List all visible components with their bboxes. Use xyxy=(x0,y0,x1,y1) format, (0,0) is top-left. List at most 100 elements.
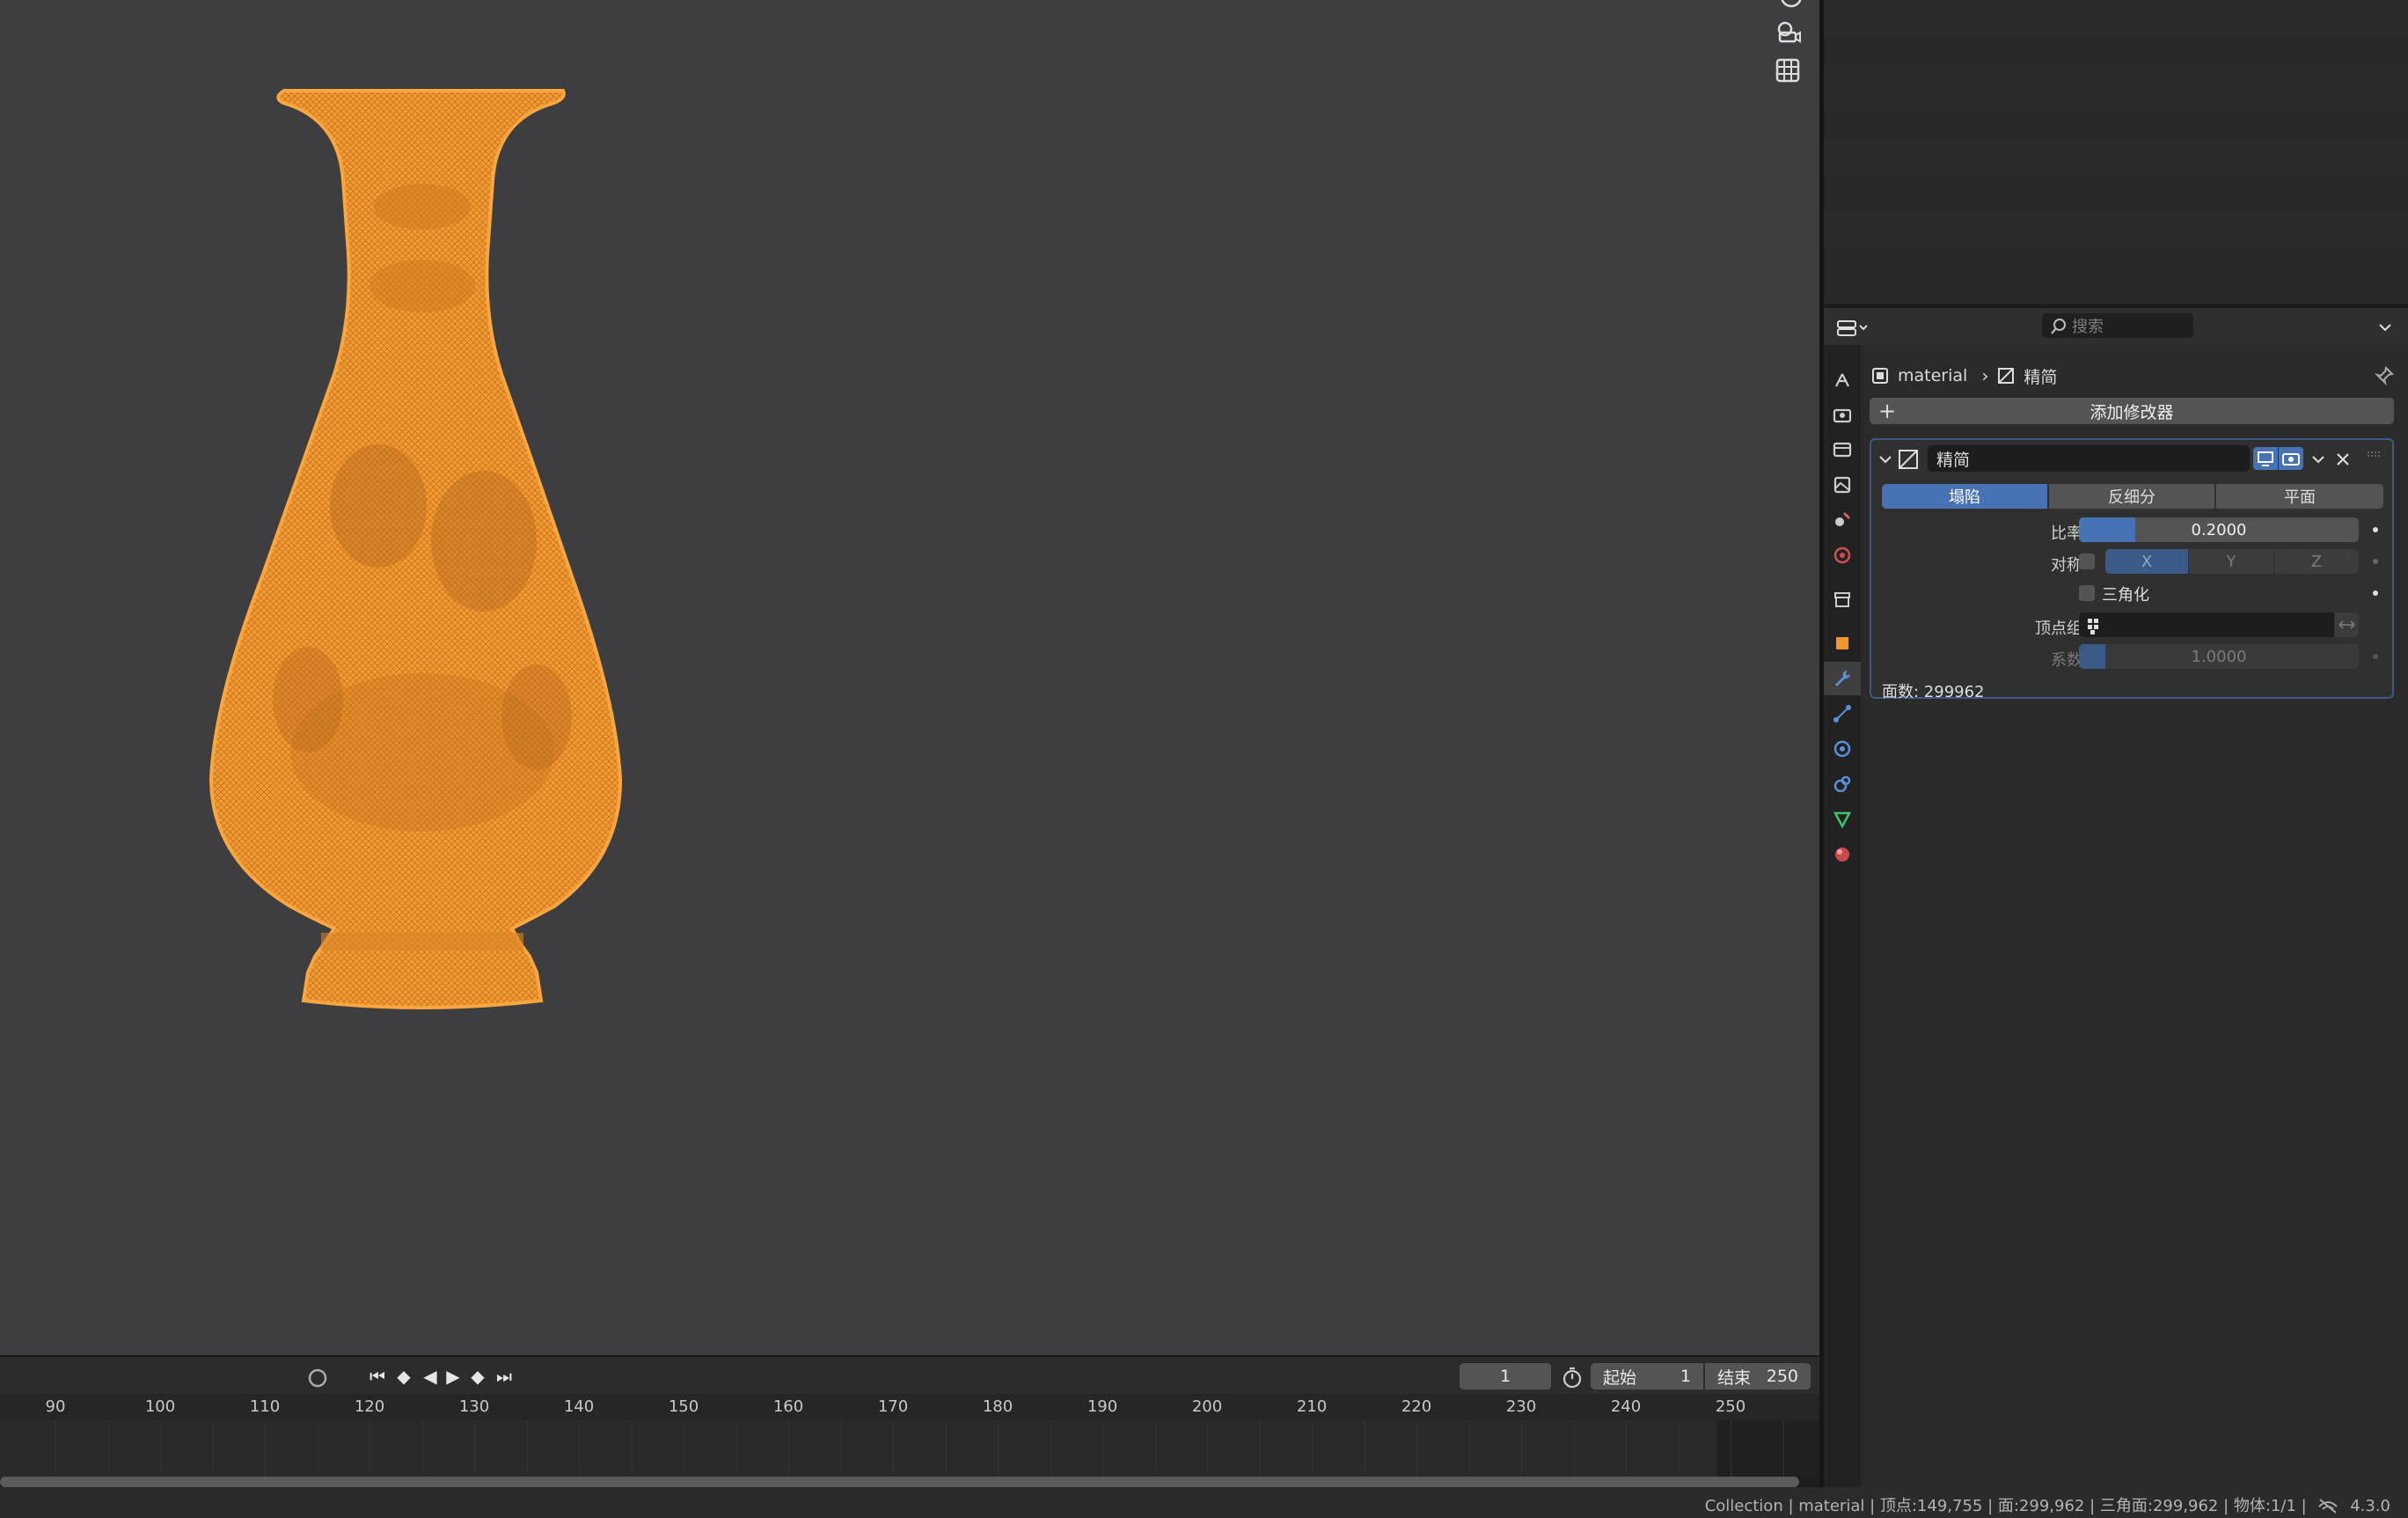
mode-collapse-tab[interactable]: 塌陷 xyxy=(1882,484,2047,509)
timeline-tick-label: 120 xyxy=(354,1397,385,1416)
keyframe-dot-icon[interactable] xyxy=(2373,559,2378,564)
render-tab-icon[interactable] xyxy=(1824,398,1861,431)
symmetry-label: 对称 xyxy=(2051,556,2082,575)
ratio-slider-fill xyxy=(2079,517,2135,542)
timeline-tick-label: 140 xyxy=(563,1397,595,1416)
tool-tab-icon[interactable] xyxy=(1824,363,1861,396)
symmetry-axis-z[interactable]: Z xyxy=(2274,549,2359,574)
current-frame-field[interactable]: 1 xyxy=(1460,1363,1551,1390)
timeline-scrollbar-thumb[interactable] xyxy=(0,1477,1799,1487)
object-tab-icon[interactable] xyxy=(1824,627,1861,660)
timeline-scrollbar[interactable] xyxy=(0,1477,1804,1487)
keyframe-record-icon[interactable] xyxy=(306,1367,329,1390)
timeline-grid-line xyxy=(1416,1420,1417,1478)
decimate-modifier-panel: 精简 塌陷 反细分 平面 比率 0.2000 对称 X Y Z 三角化 顶点组 … xyxy=(1870,438,2394,701)
vertex-group-icon xyxy=(2088,619,2098,634)
keyframe-dot-icon[interactable] xyxy=(2373,590,2378,596)
collection-tab-icon[interactable] xyxy=(1824,583,1861,616)
constraints-tab-icon[interactable] xyxy=(1824,767,1861,801)
timeline-grid-line xyxy=(422,1420,423,1478)
close-icon[interactable] xyxy=(2334,451,2352,468)
stopwatch-icon[interactable] xyxy=(1561,1366,1584,1389)
timeline-tick-label: 230 xyxy=(1505,1397,1537,1416)
symmetry-checkbox[interactable] xyxy=(2079,554,2095,569)
ratio-slider[interactable]: 0.2000 xyxy=(2079,517,2359,542)
timeline-grid-line xyxy=(213,1420,214,1478)
jump-to-keyframe-next-icon[interactable]: ◆ xyxy=(465,1364,491,1389)
collapse-chevron-icon[interactable] xyxy=(1877,451,1894,468)
start-frame-field[interactable]: 起始 1 xyxy=(1591,1363,1703,1390)
plus-icon: + xyxy=(1878,399,1897,423)
editor-type-icon[interactable] xyxy=(1836,317,1871,340)
data-tab-icon[interactable] xyxy=(1824,803,1861,836)
timeline-grid-line xyxy=(893,1420,894,1478)
timeline-grid-line xyxy=(1260,1420,1261,1478)
symmetry-axis-x[interactable]: X xyxy=(2105,549,2188,574)
camera-view-icon[interactable] xyxy=(1770,14,1805,49)
add-modifier-button[interactable]: + 添加修改器 xyxy=(1870,398,2394,424)
properties-tab-bar xyxy=(1824,345,1861,1487)
start-frame-label: 起始 xyxy=(1603,1368,1637,1388)
timeline-tick-label: 110 xyxy=(249,1397,281,1416)
timeline-grid-line xyxy=(946,1420,947,1478)
timeline-grid-line xyxy=(1312,1420,1313,1478)
mode-unsubdivide-tab[interactable]: 反细分 xyxy=(2049,484,2214,509)
end-frame-field[interactable]: 结束 250 xyxy=(1705,1363,1811,1390)
3d-viewport[interactable] xyxy=(0,0,1819,1355)
vertex-group-field[interactable] xyxy=(2079,612,2334,637)
ratio-label: 比率 xyxy=(2051,524,2082,543)
output-tab-icon[interactable] xyxy=(1824,433,1861,466)
outliner-row xyxy=(1824,35,2408,70)
pin-icon[interactable] xyxy=(2374,366,2394,386)
factor-slider-fill xyxy=(2079,644,2105,669)
physics-tab-icon[interactable] xyxy=(1824,732,1861,766)
timeline-grid-line xyxy=(1155,1420,1156,1478)
jump-to-end-icon[interactable]: ⏭ xyxy=(491,1364,517,1389)
view-layer-tab-icon[interactable] xyxy=(1824,468,1861,502)
grid-view-icon[interactable] xyxy=(1770,53,1805,88)
vase-mesh[interactable] xyxy=(202,84,642,1016)
triangulate-checkbox[interactable] xyxy=(2079,585,2095,601)
modifier-menu-chevron-icon[interactable] xyxy=(2309,451,2327,468)
material-tab-icon[interactable] xyxy=(1824,838,1861,871)
outliner-row xyxy=(1824,70,2408,106)
view-icon[interactable] xyxy=(1774,0,1809,9)
factor-label: 系数 xyxy=(2051,651,2082,670)
play-icon[interactable]: ▶ xyxy=(440,1364,466,1389)
timeline-tick-label: 190 xyxy=(1087,1397,1118,1416)
keyframe-dot-icon[interactable] xyxy=(2373,654,2378,659)
chevron-down-icon[interactable] xyxy=(2376,319,2394,336)
show-in-render-icon[interactable] xyxy=(2279,447,2303,470)
mode-planar-tab[interactable]: 平面 xyxy=(2216,484,2383,509)
decimate-icon xyxy=(1898,449,1919,470)
factor-slider[interactable]: 1.0000 xyxy=(2079,644,2359,669)
outliner-row xyxy=(1824,211,2408,246)
timeline-grid-line xyxy=(579,1420,580,1478)
symmetry-axis-y[interactable]: Y xyxy=(2189,549,2273,574)
jump-to-start-icon[interactable]: ⏮ xyxy=(364,1364,391,1389)
timeline-grid-line xyxy=(527,1420,528,1478)
breadcrumb: material › 精简 xyxy=(1871,363,2057,389)
world-tab-icon[interactable] xyxy=(1824,539,1861,572)
keyframe-dot-icon[interactable] xyxy=(2373,527,2378,532)
scene-tab-icon[interactable] xyxy=(1824,503,1861,537)
modifier-tab-icon[interactable] xyxy=(1824,662,1861,695)
invert-vertex-group-icon[interactable] xyxy=(2335,612,2359,637)
outliner-area[interactable] xyxy=(1824,0,2408,304)
start-frame-value: 1 xyxy=(1680,1367,1691,1386)
jump-to-keyframe-prev-icon[interactable]: ◆ xyxy=(391,1364,417,1389)
show-in-viewport-icon[interactable] xyxy=(2253,447,2278,470)
particles-tab-icon[interactable] xyxy=(1824,697,1861,730)
timeline-track[interactable] xyxy=(0,1420,1819,1478)
drag-handle-icon[interactable] xyxy=(2366,447,2383,458)
outliner-row xyxy=(1824,141,2408,176)
outliner-row xyxy=(1824,0,2408,35)
outliner-row xyxy=(1824,246,2408,282)
timeline-grid-line xyxy=(841,1420,842,1478)
timeline-tick-label: 150 xyxy=(668,1397,699,1416)
timeline-ruler[interactable]: 90 100 110 120 130 140 150 160 170 180 190 200 210 22… xyxy=(0,1394,1819,1420)
scene-statistics: Collection | material | 顶点:149,755 | 面:2… xyxy=(1705,1493,2390,1516)
timeline-grid-line xyxy=(998,1420,999,1478)
end-frame-value: 250 xyxy=(1766,1367,1798,1386)
modifier-name-field[interactable]: 精简 xyxy=(1928,445,2250,472)
